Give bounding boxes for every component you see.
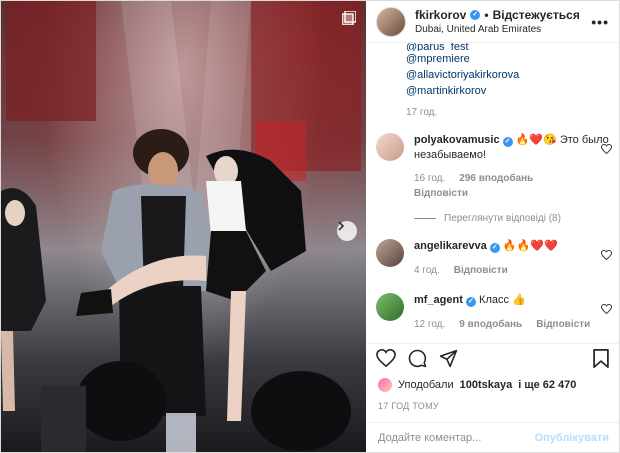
comment-item: mf_agent ✓ Класс 👍 12 год. 9 вподобань В… bbox=[376, 293, 612, 332]
liker-avatar bbox=[378, 378, 392, 392]
heart-icon[interactable] bbox=[601, 141, 612, 159]
caption-time[interactable]: 17 год. bbox=[366, 107, 619, 118]
comments-section: @parus_fest @mpremiere @allavictoriyakir… bbox=[366, 43, 619, 343]
comment-item: polyakovamusic ✓ 🔥❤️😘 Это было незабывае… bbox=[376, 133, 612, 201]
bookmark-icon[interactable] bbox=[593, 348, 609, 373]
comment-username[interactable]: polyakovamusic bbox=[414, 134, 500, 146]
mention-link[interactable]: @allavictoriyakirkorova bbox=[406, 67, 619, 83]
likes-count[interactable]: і ще 62 470 bbox=[518, 379, 576, 391]
likes-summary[interactable]: Уподобали 100tskaya і ще 62 470 bbox=[378, 378, 576, 392]
add-comment-bar: Опублікувати bbox=[366, 422, 619, 452]
post-location[interactable]: Dubai, United Arab Emirates bbox=[415, 24, 591, 35]
comment-username[interactable]: angelikarevva bbox=[414, 240, 487, 252]
author-avatar[interactable] bbox=[376, 6, 406, 37]
publish-button[interactable]: Опублікувати bbox=[535, 432, 609, 444]
chevron-right-icon bbox=[338, 221, 345, 231]
heart-icon[interactable] bbox=[601, 247, 612, 265]
mention-link[interactable]: @martinkirkorov bbox=[406, 83, 619, 99]
comment-time[interactable]: 4 год. bbox=[414, 263, 440, 278]
verified-icon: ✓ bbox=[489, 243, 500, 253]
comment-username[interactable]: mf_agent bbox=[414, 294, 463, 306]
comment-text: Класс 👍 bbox=[479, 294, 526, 306]
view-replies-label: Переглянути відповіді (8) bbox=[444, 213, 561, 224]
post-actions bbox=[366, 343, 619, 377]
mention-link[interactable]: @parus_fest bbox=[406, 43, 619, 51]
heart-icon[interactable] bbox=[376, 348, 396, 372]
verified-icon: ✓ bbox=[465, 297, 476, 307]
post-sidebar: fkirkorov ✓ • Відстежується Dubai, Unite… bbox=[366, 1, 619, 452]
reply-button[interactable]: Відповісти bbox=[414, 186, 468, 201]
comment-time[interactable]: 16 год. bbox=[414, 171, 445, 186]
next-photo-button[interactable] bbox=[337, 221, 357, 241]
heart-icon[interactable] bbox=[601, 301, 612, 319]
divider-line bbox=[414, 218, 436, 219]
header-separator: • bbox=[484, 8, 489, 22]
reply-button[interactable]: Відповісти bbox=[536, 317, 590, 332]
verified-icon: ✓ bbox=[502, 137, 513, 147]
post-header: fkirkorov ✓ • Відстежується Dubai, Unite… bbox=[366, 1, 619, 43]
liker-username[interactable]: 100tskaya bbox=[460, 379, 513, 391]
share-icon[interactable] bbox=[439, 349, 458, 373]
instagram-post: fkirkorov ✓ • Відстежується Dubai, Unite… bbox=[0, 0, 620, 453]
comment-time[interactable]: 12 год. bbox=[414, 317, 445, 332]
commenter-avatar[interactable] bbox=[376, 293, 404, 321]
author-username[interactable]: fkirkorov bbox=[415, 8, 466, 22]
comment-item: angelikarevva ✓ 🔥🔥❤️❤️ 4 год. Відповісти bbox=[376, 239, 612, 278]
caption-mentions: @parus_fest @mpremiere @allavictoriyakir… bbox=[366, 43, 619, 99]
comment-icon[interactable] bbox=[408, 349, 427, 373]
reply-button[interactable]: Відповісти bbox=[454, 263, 508, 278]
comment-input[interactable] bbox=[376, 430, 535, 445]
comment-text: 🔥🔥❤️❤️ bbox=[502, 240, 558, 252]
post-timestamp[interactable]: 17 ГОД ТОМУ bbox=[378, 401, 439, 411]
concert-illustration bbox=[1, 1, 361, 452]
commenter-avatar[interactable] bbox=[376, 133, 404, 161]
verified-icon: ✓ bbox=[470, 10, 481, 20]
mention-link[interactable]: @mpremiere bbox=[406, 51, 619, 67]
comment-likes[interactable]: 296 вподобань bbox=[459, 171, 533, 186]
likes-prefix: Уподобали bbox=[398, 379, 454, 391]
follow-status-button[interactable]: Відстежується bbox=[493, 8, 580, 22]
view-replies-button[interactable]: Переглянути відповіді (8) bbox=[414, 213, 561, 224]
commenter-avatar[interactable] bbox=[376, 239, 404, 267]
post-photo[interactable] bbox=[1, 1, 366, 452]
comment-likes[interactable]: 9 вподобань bbox=[459, 317, 522, 332]
more-icon[interactable]: ••• bbox=[591, 14, 609, 30]
